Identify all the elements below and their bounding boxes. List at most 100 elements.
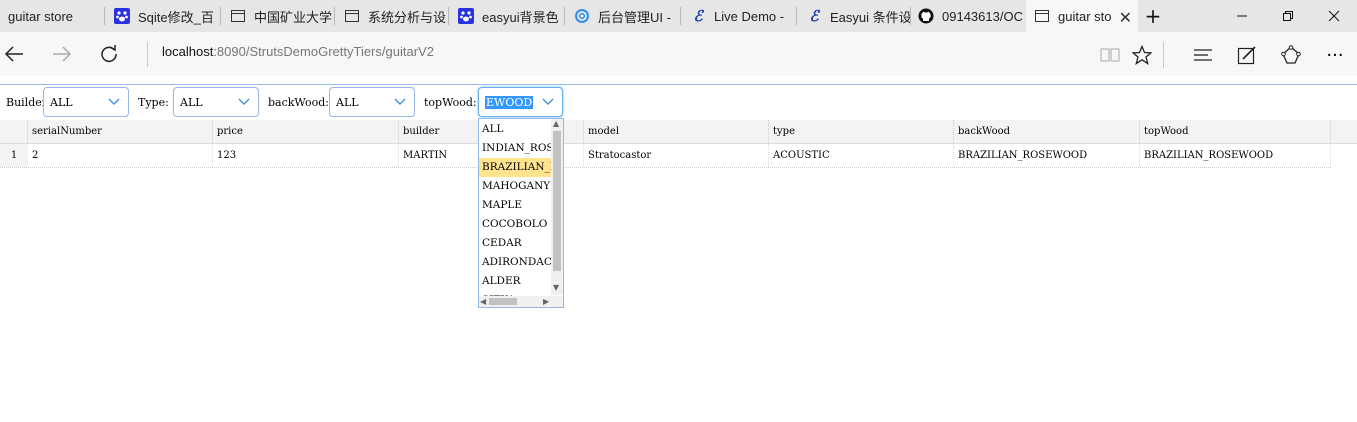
tab-bar: guitar store Sqite修改_百 中国矿业大学 系统分析与设 eas…	[0, 0, 1357, 32]
type-combobox[interactable]: ALL	[173, 87, 259, 117]
paw-icon	[114, 8, 130, 24]
restore-icon[interactable]	[1265, 0, 1311, 32]
cell-model: Stratocastor	[584, 144, 769, 167]
chevron-down-icon[interactable]	[230, 88, 258, 116]
chevron-down-icon[interactable]	[534, 88, 562, 116]
tab-label: easyui背景色	[482, 9, 559, 25]
scroll-up-icon[interactable]: ▲	[553, 119, 559, 128]
row-number-header	[0, 120, 28, 143]
type-label: Type:	[138, 96, 169, 109]
url-host: localhost	[162, 44, 214, 59]
column-header-topwood[interactable]: topWood	[1140, 120, 1331, 143]
dropdown-option-mahogany[interactable]: MAHOGANY	[479, 177, 551, 196]
dropdown-option-adirondack[interactable]: ADIRONDACK	[479, 253, 551, 272]
tab-admin-ui[interactable]: 后台管理UI -	[574, 0, 678, 32]
cell-type: ACOUSTIC	[769, 144, 954, 167]
dropdown-option-alder[interactable]: ALDER	[479, 272, 551, 291]
type-value: ALL	[180, 96, 203, 109]
tab-separator	[680, 7, 681, 25]
tab-cumt[interactable]: 中国矿业大学	[230, 0, 334, 32]
column-header-model[interactable]: model	[584, 120, 769, 143]
table-row[interactable]: 1 2 123 MARTIN Stratocastor ACOUSTIC BRA…	[0, 144, 1331, 168]
tab-separator	[796, 7, 797, 25]
tab-easyui-condition[interactable]: ℰ Easyui 条件设	[806, 0, 910, 32]
refresh-icon[interactable]	[95, 40, 123, 68]
tab-separator	[220, 7, 221, 25]
favorite-star-icon[interactable]	[1129, 42, 1155, 68]
tab-guitar-store-active[interactable]: guitar sto ✕	[1026, 0, 1138, 32]
column-header-type[interactable]: type	[769, 120, 954, 143]
scrollbar-thumb[interactable]	[489, 298, 517, 305]
topwood-value: EWOOD	[485, 96, 534, 109]
cell-serialnumber: 2	[28, 144, 213, 167]
share-icon[interactable]	[1278, 42, 1304, 68]
dropdown-option-cocobolo[interactable]: COCOBOLO	[479, 215, 551, 234]
dropdown-option-all[interactable]: ALL	[479, 120, 551, 139]
tab-label: 中国矿业大学	[254, 9, 333, 25]
tab-label: Easyui 条件设	[830, 9, 910, 25]
tab-label: Live Demo -	[714, 8, 785, 24]
hub-icon[interactable]	[1190, 42, 1216, 68]
more-options-icon[interactable]: ···	[1322, 42, 1348, 68]
backwood-label: backWood:	[268, 96, 329, 109]
tab-label: 后台管理UI -	[598, 9, 671, 25]
filter-toolbar: Builder: ALL Type: ALL backWood: ALL top…	[0, 86, 1357, 120]
tab-system-analysis[interactable]: 系统分析与设	[344, 0, 448, 32]
minimize-icon[interactable]	[1219, 0, 1265, 32]
tab-live-demo[interactable]: ℰ Live Demo -	[690, 0, 794, 32]
dropdown-option-maple[interactable]: MAPLE	[479, 196, 551, 215]
row-number: 1	[0, 144, 28, 167]
column-header-backwood[interactable]: backWood	[954, 120, 1140, 143]
cell-price: 123	[213, 144, 399, 167]
close-window-icon[interactable]	[1311, 0, 1357, 32]
tab-separator	[104, 7, 105, 25]
dropdown-horizontal-scrollbar[interactable]: ◀ ▶	[479, 296, 563, 307]
easyui-logo-icon: ℰ	[693, 7, 703, 25]
dropdown-option-indian-rosewood[interactable]: INDIAN_ROSE	[479, 139, 551, 158]
tab-label: Sqite修改_百	[138, 9, 214, 25]
tab-label: guitar store	[8, 8, 74, 24]
scroll-down-icon[interactable]: ▼	[553, 283, 559, 292]
tab-separator	[334, 7, 335, 25]
chevron-down-icon[interactable]	[386, 88, 414, 116]
cell-backwood: BRAZILIAN_ROSEWOOD	[954, 144, 1140, 167]
page-icon	[344, 8, 360, 24]
page-icon	[1034, 8, 1050, 24]
tab-separator	[910, 7, 911, 25]
builder-value: ALL	[50, 96, 73, 109]
builder-combobox[interactable]: ALL	[43, 87, 129, 117]
column-header-serialnumber[interactable]: serialNumber	[28, 120, 213, 143]
paw-icon	[458, 8, 474, 24]
dropdown-option-brazilian-rosewood[interactable]: BRAZILIAN_R	[479, 158, 551, 177]
topwood-selected-text: EWOOD	[485, 96, 534, 109]
tab-easyui-bg[interactable]: easyui背景色	[458, 0, 562, 32]
scroll-left-icon[interactable]: ◀	[480, 297, 486, 306]
url-divider	[147, 42, 148, 67]
scrollbar-thumb[interactable]	[553, 131, 561, 271]
tab-sqite[interactable]: Sqite修改_百	[114, 0, 220, 32]
reading-view-icon[interactable]	[1097, 42, 1123, 68]
backwood-combobox[interactable]: ALL	[329, 87, 415, 117]
topwood-dropdown-panel: ALL INDIAN_ROSE BRAZILIAN_R MAHOGANY MAP…	[478, 118, 564, 308]
url-path: :8090/StrutsDemoGrettyTiers/guitarV2	[213, 44, 434, 59]
topwood-combobox[interactable]: EWOOD	[478, 87, 563, 117]
scroll-right-icon[interactable]: ▶	[543, 297, 549, 306]
forward-arrow-icon[interactable]	[48, 40, 76, 68]
easyui-logo-icon: ℰ	[809, 7, 819, 25]
tab-github[interactable]: 09143613/OC	[918, 0, 1022, 32]
tab-label: 系统分析与设	[368, 9, 447, 25]
tab-label: 09143613/OC	[942, 8, 1022, 24]
address-bar: localhost:8090/StrutsDemoGrettyTiers/gui…	[0, 32, 1357, 76]
back-arrow-icon[interactable]	[0, 40, 28, 68]
chevron-down-icon[interactable]	[100, 88, 128, 116]
column-header-price[interactable]: price	[213, 120, 399, 143]
web-note-icon[interactable]	[1234, 42, 1260, 68]
grid-header: serialNumber price builder model type ba…	[0, 120, 1357, 144]
tab-guitar-store[interactable]: guitar store	[8, 0, 104, 32]
url-field[interactable]: localhost:8090/StrutsDemoGrettyTiers/gui…	[162, 44, 434, 59]
tab-label: guitar sto	[1058, 8, 1112, 24]
github-icon	[918, 8, 934, 24]
dropdown-vertical-scrollbar[interactable]: ▲ ▼	[551, 119, 563, 295]
dropdown-option-cedar[interactable]: CEDAR	[479, 234, 551, 253]
new-tab-icon[interactable]: +	[1130, 0, 1176, 32]
